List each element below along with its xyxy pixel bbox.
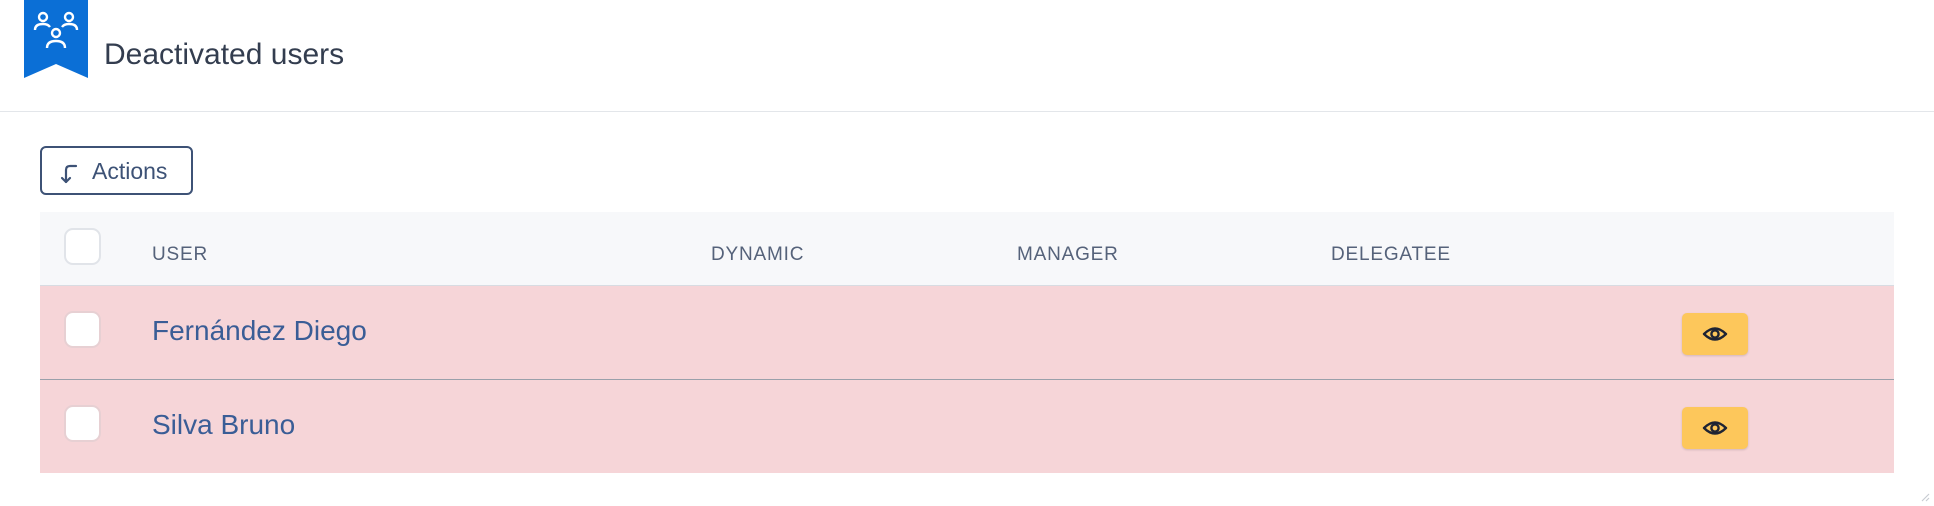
row-checkbox[interactable] — [64, 405, 101, 442]
column-header-delegatee[interactable]: DELEGATEE — [1331, 244, 1451, 266]
column-header-manager[interactable]: MANAGER — [1017, 244, 1119, 266]
column-header-dynamic[interactable]: DYNAMIC — [711, 244, 804, 266]
user-name-link[interactable]: Fernández Diego — [152, 315, 367, 347]
eye-icon — [1702, 421, 1728, 435]
page-title: Deactivated users — [104, 38, 345, 71]
view-button[interactable] — [1682, 407, 1748, 449]
user-name-link[interactable]: Silva Bruno — [152, 409, 295, 441]
users-table: USER DYNAMIC MANAGER DELEGATEE Fernández… — [40, 212, 1894, 473]
table-row: Fernández Diego — [40, 286, 1894, 380]
eye-icon — [1702, 327, 1728, 341]
row-checkbox[interactable] — [64, 311, 101, 348]
arrow-turn-down-left-icon — [58, 162, 82, 186]
view-button[interactable] — [1682, 313, 1748, 355]
page-header: Deactivated users — [0, 0, 1934, 112]
table-row: Silva Bruno — [40, 380, 1894, 473]
actions-button[interactable]: Actions — [40, 146, 193, 195]
resize-handle-icon[interactable] — [1920, 492, 1930, 502]
table-header: USER DYNAMIC MANAGER DELEGATEE — [40, 212, 1894, 286]
users-group-icon — [24, 0, 88, 78]
select-all-checkbox[interactable] — [64, 228, 101, 265]
actions-label: Actions — [92, 158, 168, 184]
column-header-user[interactable]: USER — [152, 244, 208, 266]
